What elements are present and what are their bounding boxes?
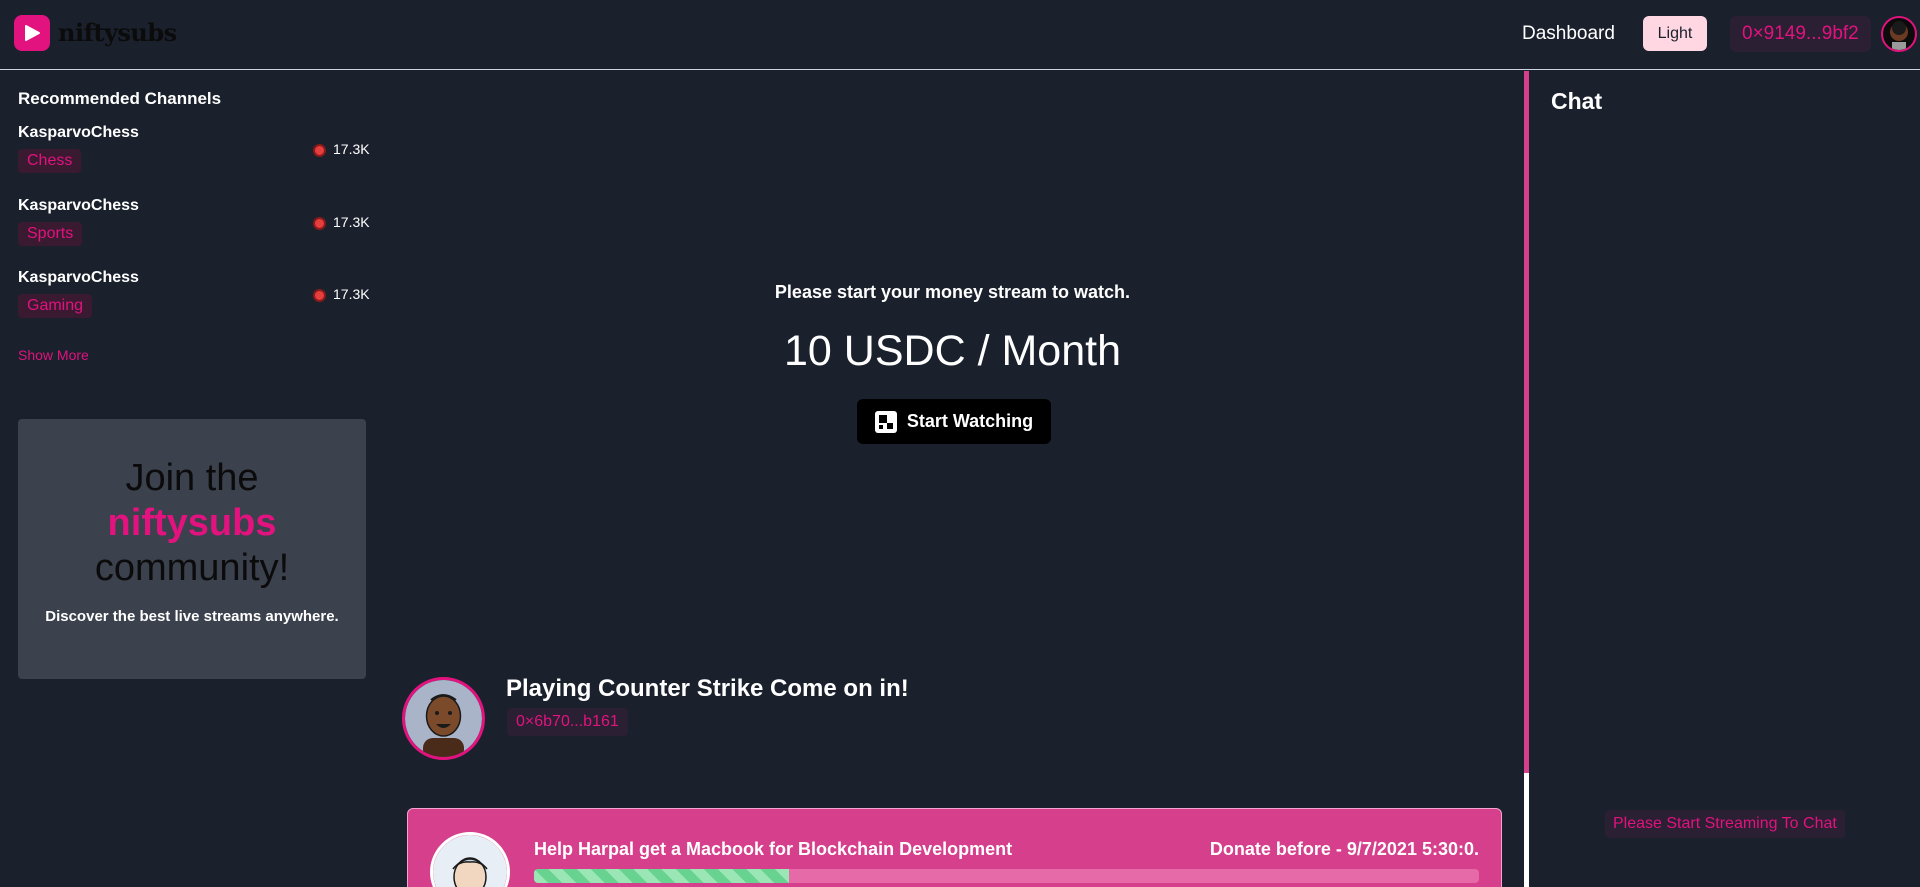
streamer-address-badge[interactable]: 0×6b70...b161 [507,708,628,736]
wallet-address-button[interactable]: 0×9149...9bf2 [1730,16,1871,52]
show-more-link[interactable]: Show More [18,347,89,363]
channel-name[interactable]: KasparvoChess [18,197,139,215]
stream-paywall-message: Please start your money stream to watch. [774,282,1131,302]
subscription-price: 10 USDC / Month [784,327,1121,375]
superfluid-icon [874,410,897,433]
join-community-card: Join the niftysubs community! Discover t… [18,419,366,679]
channel-item[interactable]: KasparvoChess Sports 17.3K [18,197,370,261]
join-heading-line1: Join the [125,457,259,499]
join-subtitle: Discover the best live streams anywhere. [45,608,339,625]
live-indicator-icon [313,144,326,157]
donation-progress-fill [534,869,790,883]
viewer-count: 17.3K [333,214,370,230]
top-navbar: niftysubs Dashboard Light 0×9149...9bf2 [0,0,1920,70]
live-indicator-icon [313,217,326,230]
viewer-count: 17.3K [333,286,370,302]
dashboard-link[interactable]: Dashboard [1522,23,1615,45]
channel-item[interactable]: KasparvoChess Chess 17.3K [18,124,370,188]
channel-category-tag[interactable]: Gaming [18,294,93,318]
recommended-channels-heading: Recommended Channels [18,89,222,108]
stream-title: Playing Counter Strike Come on in! [506,675,909,702]
start-watching-label: Start Watching [906,411,1034,431]
main-content: Please start your money stream to watch.… [380,71,1525,887]
donation-progress-bar [534,869,1479,883]
chat-heading: Chat [1551,88,1603,114]
brand-name[interactable]: niftysubs [58,18,177,47]
channel-item[interactable]: KasparvoChess Gaming 17.3K [18,269,370,333]
donation-goal-card[interactable]: Help Harpal get a Macbook for Blockchain… [407,808,1502,887]
chat-panel: Chat Please Start Streaming To Chat [1529,71,1920,887]
join-heading-brand: niftysubs [107,502,277,544]
join-heading-line3: community! [94,547,290,589]
play-logo-icon[interactable] [14,15,50,51]
user-avatar[interactable] [1881,16,1917,52]
start-watching-button[interactable]: Start Watching [857,399,1051,444]
channel-category-tag[interactable]: Sports [18,222,83,246]
donation-deadline: Donate before - 9/7/2021 5:30:0. [1209,839,1479,859]
channel-category-tag[interactable]: Chess [18,149,82,173]
channel-name[interactable]: KasparvoChess [18,124,139,142]
chat-input[interactable]: Please Start Streaming To Chat [1605,810,1845,838]
viewer-count: 17.3K [333,141,370,157]
live-indicator-icon [313,289,326,302]
streamer-avatar[interactable] [402,677,485,760]
donation-recipient-avatar [430,832,510,887]
theme-toggle-button[interactable]: Light [1643,16,1707,51]
channel-name[interactable]: KasparvoChess [18,269,139,287]
donation-title: Help Harpal get a Macbook for Blockchain… [534,839,1013,859]
left-sidebar: Recommended Channels KasparvoChess Chess… [0,71,380,887]
